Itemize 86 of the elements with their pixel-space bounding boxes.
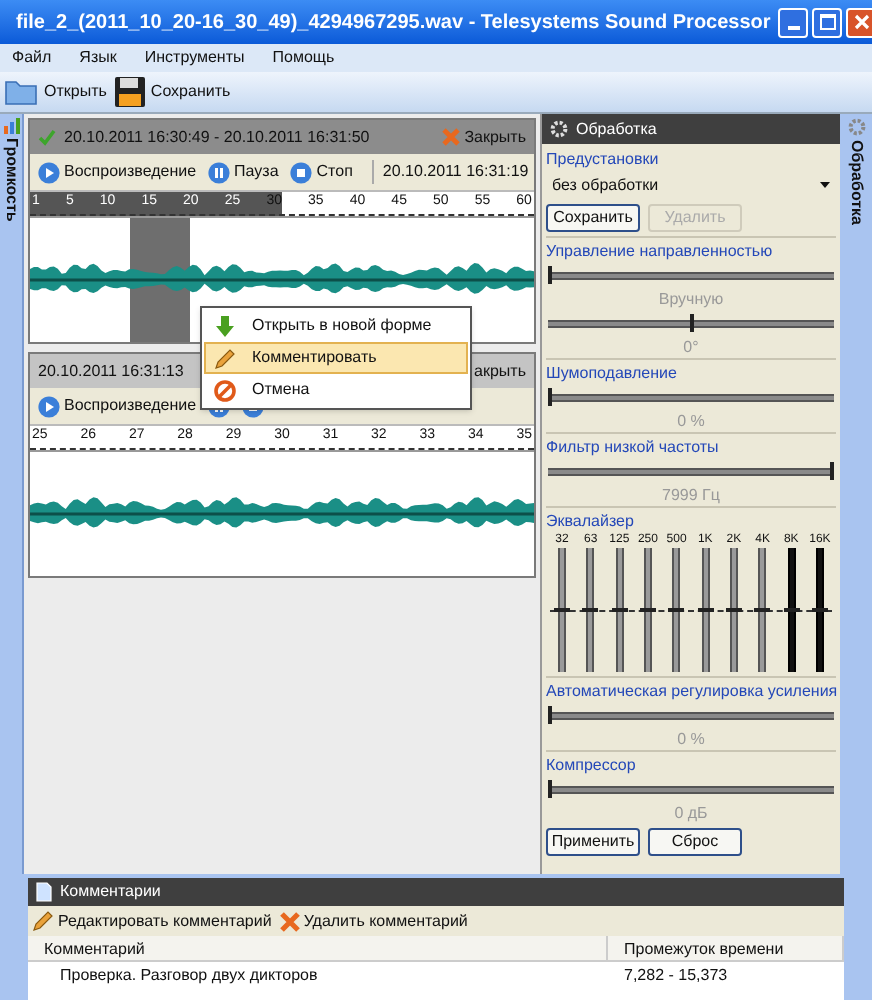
- track-title: 20.10.2011 16:30:49 - 20.10.2011 16:31:50: [64, 125, 370, 149]
- gear-icon: [550, 120, 568, 138]
- band-slider[interactable]: [787, 548, 796, 672]
- delete-comment-button[interactable]: Удалить комментарий: [279, 909, 468, 933]
- dropdown-caret-icon: [820, 182, 830, 188]
- edit-comment-button[interactable]: Редактировать комментарий: [32, 909, 272, 933]
- context-menu-item[interactable]: Открыть в новой форме: [204, 310, 468, 342]
- action-button[interactable]: Сброс: [648, 828, 742, 856]
- menu-item[interactable]: Язык: [79, 46, 117, 70]
- section-label: Эквалайзер: [546, 510, 636, 532]
- close-window-button[interactable]: [846, 7, 872, 37]
- band-slider[interactable]: [758, 548, 767, 672]
- slider[interactable]: [548, 462, 834, 480]
- panel-title: Обработка: [576, 117, 657, 141]
- band-slider[interactable]: [586, 548, 595, 672]
- window-title: file_2_(2011_10_20-16_30_49)_4294967295.wav - Telesystems Sound Processor: [16, 9, 771, 37]
- section-label: Предустановки: [546, 148, 661, 170]
- maximize-button[interactable]: [812, 7, 843, 37]
- slider[interactable]: [548, 780, 834, 798]
- play-button[interactable]: Воспроизведение: [38, 160, 197, 184]
- side-tab[interactable]: Обработка: [840, 114, 872, 874]
- band-slider[interactable]: [815, 548, 824, 672]
- gear-icon: [847, 118, 865, 136]
- band-slider[interactable]: [643, 548, 652, 672]
- close-icon: [853, 14, 870, 30]
- slider[interactable]: [548, 266, 834, 284]
- section-label: Шумоподавление: [546, 362, 679, 384]
- check-icon: [38, 128, 56, 146]
- column-header[interactable]: Промежуток времени: [608, 936, 844, 962]
- context-menu-item[interactable]: Отмена: [204, 374, 468, 406]
- value-caption: 0 дБ: [672, 802, 710, 824]
- folder-icon: [4, 78, 40, 106]
- section-label: Управление направленностью: [546, 240, 775, 262]
- band-slider[interactable]: [729, 548, 738, 672]
- close-button[interactable]: Закрыть: [442, 125, 526, 149]
- track-title: 20.10.2011 16:31:13: [38, 359, 184, 383]
- side-tab[interactable]: Громкость: [0, 114, 24, 874]
- band-slider[interactable]: [615, 548, 624, 672]
- minimize-button[interactable]: [778, 7, 809, 37]
- value-caption: 0 %: [675, 728, 707, 750]
- menu-item[interactable]: Помощь: [272, 46, 335, 70]
- value-caption: 0°: [681, 336, 701, 358]
- delete-icon: [279, 911, 300, 931]
- table-cell-text: Проверка. Разговор двух дикторов: [58, 964, 320, 988]
- band-slider[interactable]: [558, 548, 566, 672]
- preset-value: без обработки: [552, 173, 659, 197]
- pause-icon: [208, 161, 231, 183]
- section-label: Автоматическая регулировка усиления: [546, 680, 836, 702]
- value-caption: Вручную: [656, 288, 726, 310]
- preset-dropdown[interactable]: без обработки: [546, 170, 836, 200]
- stop-button[interactable]: Стоп: [290, 160, 353, 184]
- pause-button[interactable]: Пауза: [208, 160, 279, 184]
- close-icon: [442, 128, 461, 146]
- stop-icon: [290, 161, 313, 183]
- arrow-down-icon: [214, 315, 236, 337]
- band-slider[interactable]: [701, 548, 710, 672]
- maximize-icon: [819, 14, 836, 30]
- preset-button[interactable]: Сохранить: [546, 204, 640, 232]
- cancel-icon: [214, 379, 236, 401]
- value-caption: 7999 Гц: [660, 484, 722, 506]
- table-cell-text: 7,282 - 15,373: [622, 964, 730, 988]
- play-icon: [38, 161, 60, 183]
- play-button[interactable]: Воспроизведение: [38, 394, 197, 418]
- slider[interactable]: [548, 706, 834, 724]
- value-caption: 0 %: [675, 410, 707, 432]
- band-slider[interactable]: [672, 548, 681, 672]
- section-label: Компрессор: [546, 754, 638, 776]
- slider[interactable]: [548, 314, 834, 332]
- document-icon: [36, 882, 52, 902]
- save-button[interactable]: Сохранить: [114, 76, 231, 108]
- menu-item[interactable]: Инструменты: [144, 46, 245, 70]
- side-tab-label: Обработка: [846, 140, 868, 225]
- section-label: Фильтр низкой частоты: [546, 436, 721, 458]
- column-header[interactable]: Комментарий: [28, 936, 608, 962]
- context-menu-item[interactable]: Комментировать: [204, 342, 468, 374]
- side-tab-label: Громкость: [1, 138, 23, 222]
- pencil-icon: [32, 910, 54, 932]
- position-time: 20.10.2011 16:31:19: [372, 160, 529, 184]
- volume-bars-icon: [3, 118, 19, 134]
- menu-item[interactable]: Файл: [12, 46, 52, 70]
- minimize-icon: [787, 25, 800, 29]
- play-icon: [38, 395, 60, 417]
- slider[interactable]: [548, 388, 834, 406]
- action-button[interactable]: Применить: [546, 828, 640, 856]
- open-button[interactable]: Открыть: [4, 78, 107, 106]
- panel-title: Комментарии: [60, 880, 161, 904]
